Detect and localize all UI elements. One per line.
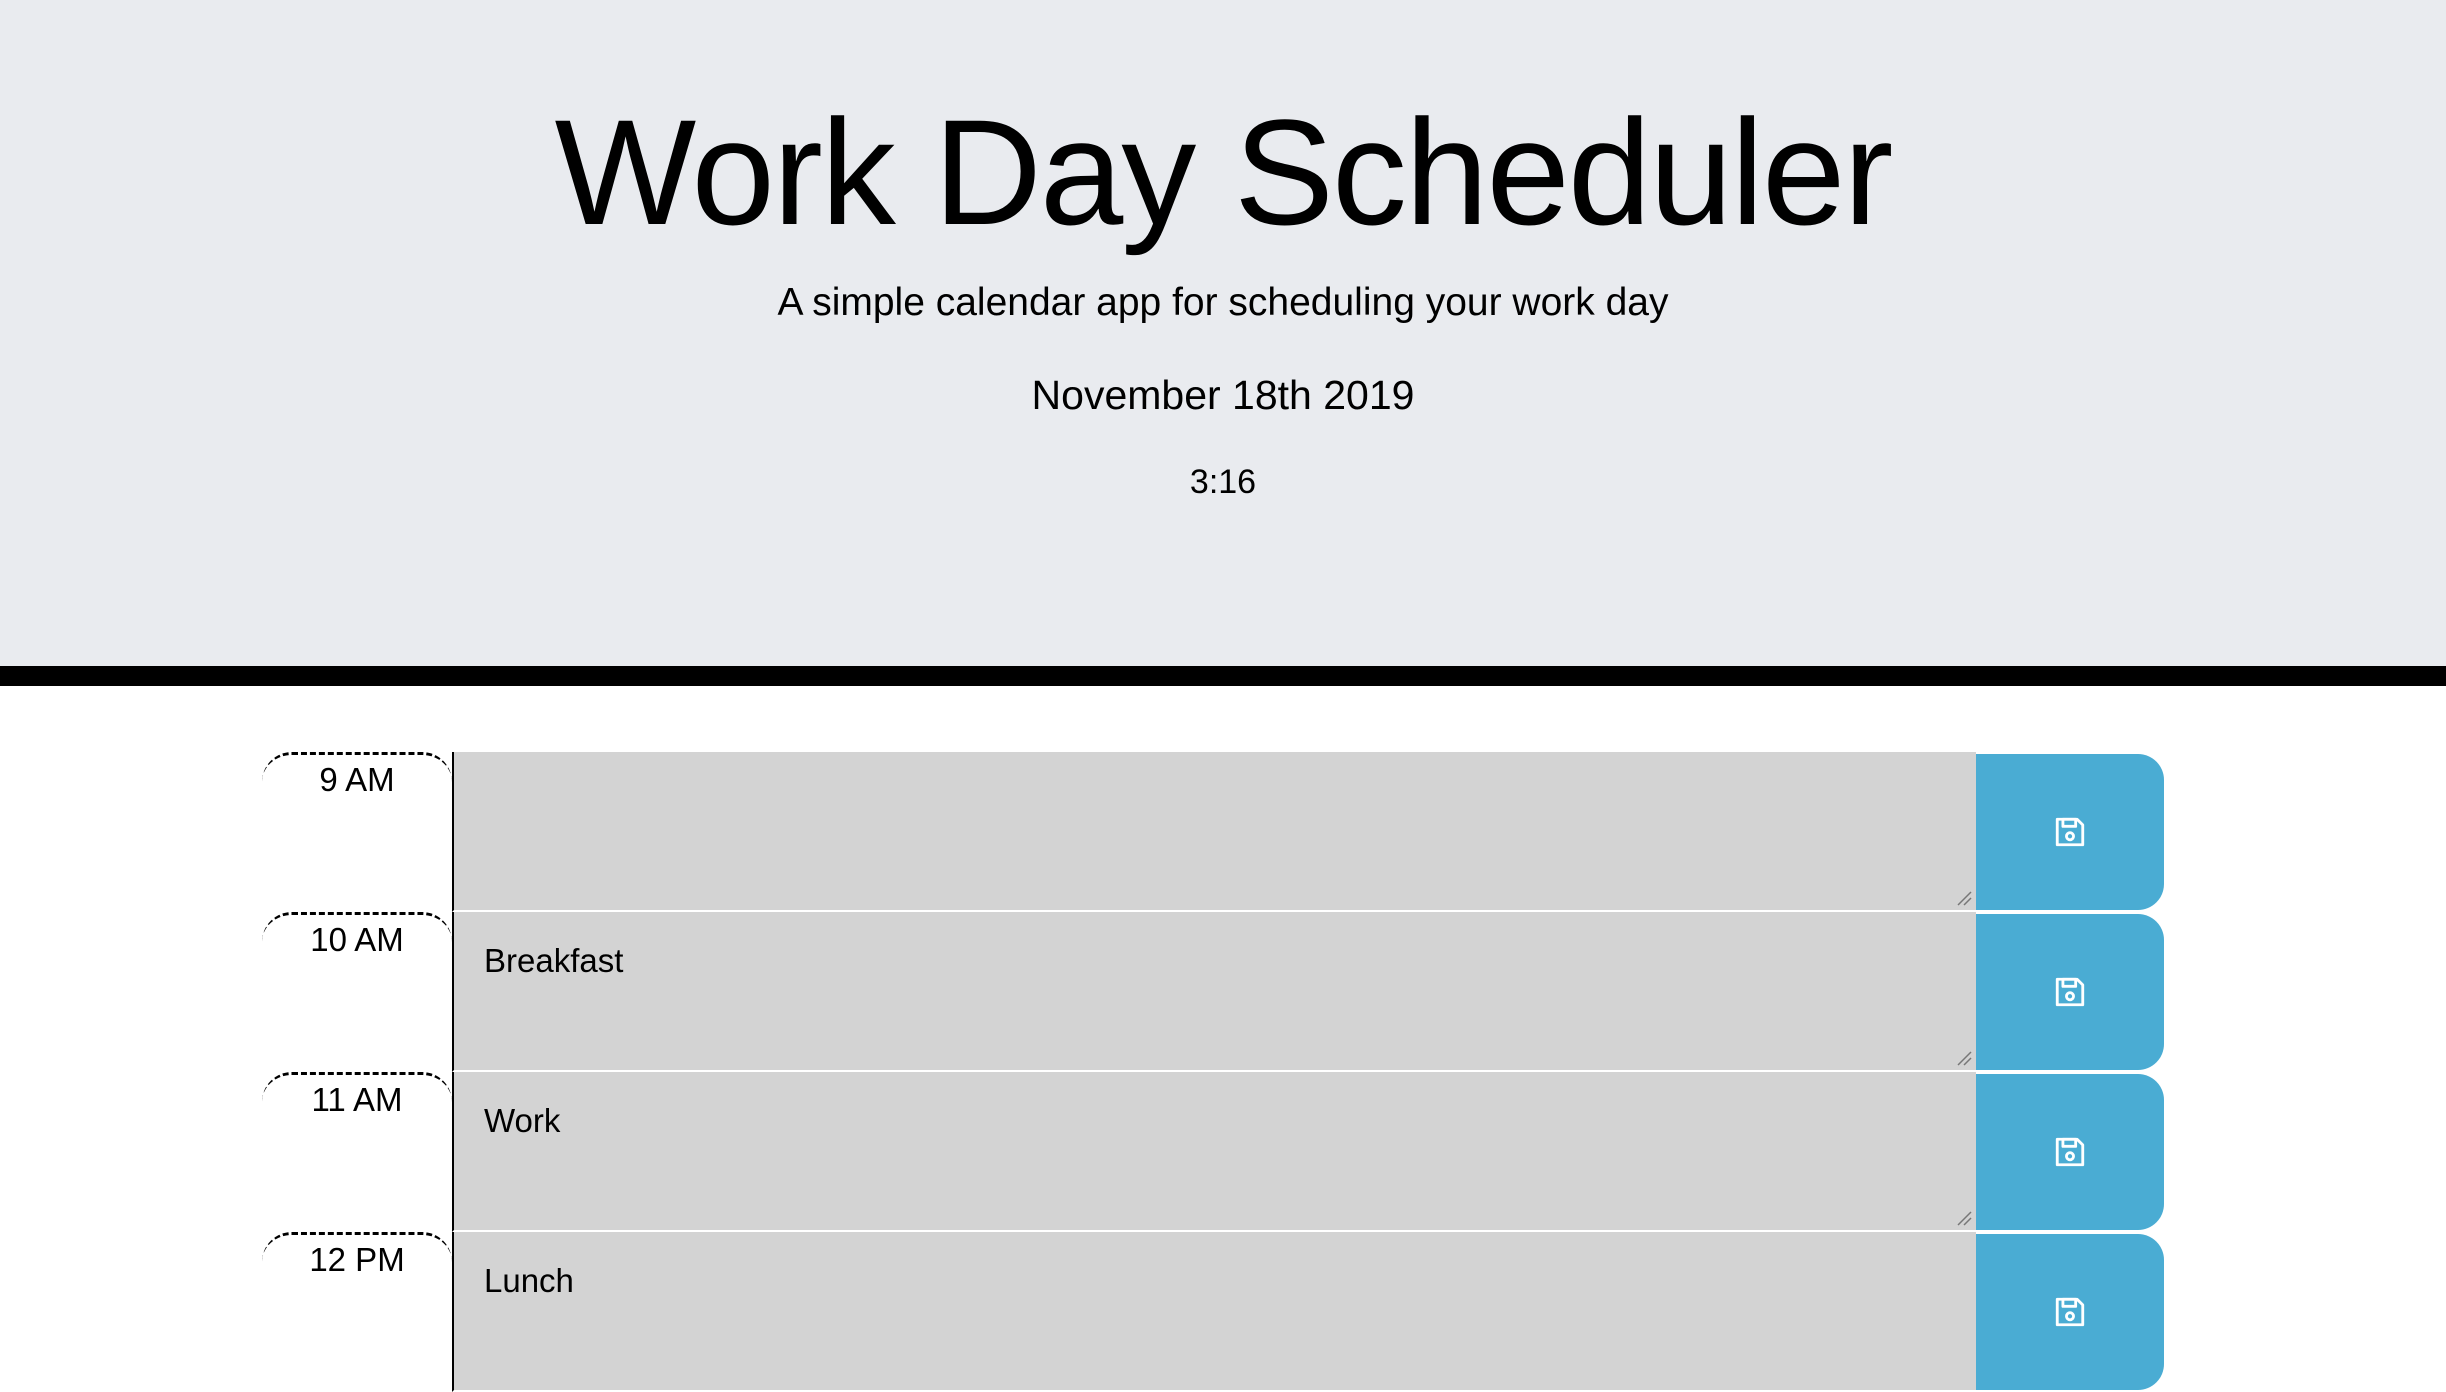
page-subtitle: A simple calendar app for scheduling you… — [777, 281, 1669, 324]
time-block-row: 11 AM Work — [262, 1072, 2166, 1232]
current-time: 3:16 — [1189, 463, 1257, 501]
event-description-input[interactable]: Breakfast — [452, 912, 1978, 1072]
event-description-input[interactable]: Lunch — [452, 1232, 1978, 1392]
page-title: Work Day Scheduler — [554, 88, 1894, 256]
floppy-disk-icon — [2055, 1137, 2085, 1167]
floppy-disk-icon — [2055, 1297, 2085, 1327]
event-text: Breakfast — [484, 942, 624, 979]
resize-grip-icon[interactable] — [1956, 1210, 1972, 1226]
save-button[interactable] — [1976, 1072, 2166, 1232]
hour-label: 12 PM — [262, 1232, 452, 1392]
hour-label: 9 AM — [262, 752, 452, 912]
floppy-disk-icon — [2055, 977, 2085, 1007]
event-text: Lunch — [484, 1262, 574, 1299]
save-button[interactable] — [1976, 1232, 2166, 1392]
time-block-row: 12 PM Lunch — [262, 1232, 2166, 1392]
save-button[interactable] — [1976, 752, 2166, 912]
hour-label: 11 AM — [262, 1072, 452, 1232]
header: Work Day Scheduler A simple calendar app… — [0, 0, 2446, 666]
hour-label: 10 AM — [262, 912, 452, 1072]
current-date: November 18th 2019 — [1031, 372, 1415, 418]
event-text: Work — [484, 1102, 561, 1139]
event-description-input[interactable] — [452, 752, 1978, 912]
event-description-input[interactable]: Work — [452, 1072, 1978, 1232]
resize-grip-icon[interactable] — [1956, 1050, 1972, 1066]
time-block-row: 10 AM Breakfast — [262, 912, 2166, 1072]
schedule-container: 9 AM 10 AM Breakfast 11 AM Work 12 PM Lu… — [262, 752, 2166, 1392]
save-button[interactable] — [1976, 912, 2166, 1072]
time-block-row: 9 AM — [262, 752, 2166, 912]
floppy-disk-icon — [2055, 817, 2085, 847]
header-divider — [0, 666, 2446, 686]
resize-grip-icon[interactable] — [1956, 890, 1972, 906]
